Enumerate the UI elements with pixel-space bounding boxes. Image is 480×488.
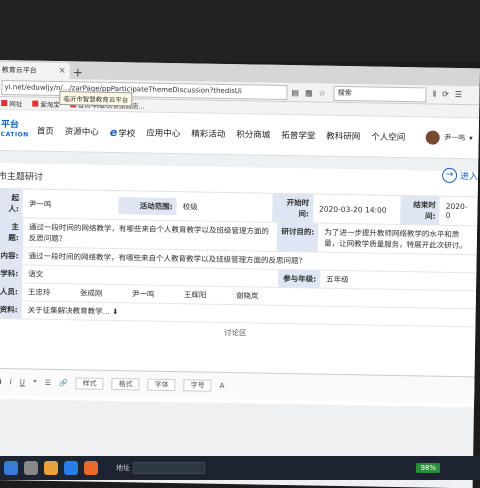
member-name: 王忠玲 <box>27 287 51 297</box>
italic-button[interactable]: I <box>10 378 12 386</box>
member-name: 张成刚 <box>79 288 103 298</box>
nav-resources[interactable]: 资源中心 <box>65 125 99 139</box>
user-name: 尹一鸣 <box>444 133 466 143</box>
editor-toolbar: B I U ❝ ☰ 🔗 样式 格式 字体 字号 A <box>0 367 475 404</box>
size-select[interactable]: 字号 <box>183 379 212 392</box>
qr-icon[interactable]: ▦ <box>305 88 313 97</box>
member-name: 尹一鸣 <box>131 289 155 299</box>
bookmark-icon <box>1 100 8 107</box>
scope-value: 校级 <box>182 201 198 211</box>
enter-button[interactable]: → 进入 <box>441 167 478 184</box>
font-color-button[interactable]: A <box>220 382 225 390</box>
folder-icon[interactable] <box>44 461 58 475</box>
bookmark-item[interactable]: 爱淘宝 <box>32 99 60 109</box>
taskbar: 地址 98% <box>0 456 480 480</box>
style-select[interactable]: 样式 <box>75 377 104 390</box>
firefox-icon[interactable] <box>84 461 98 475</box>
start-icon[interactable] <box>4 461 18 475</box>
taobao-icon <box>32 100 39 107</box>
main-nav: 首页 资源中心 e学校 应用中心 精彩活动 积分商城 拓普学堂 教科研网 个人空… <box>37 124 427 144</box>
grade-value: 五年级 <box>326 274 349 285</box>
reader-icon[interactable]: ▤ <box>291 88 299 97</box>
initiator-value: 尹一鸣 <box>28 199 52 209</box>
site-header: 平台 CATION 首页 资源中心 e学校 应用中心 精彩活动 积分商城 拓普学… <box>0 109 480 160</box>
member-name: 谢晓岚 <box>235 291 259 301</box>
purpose-value: 为了进一步提升教师网络教学的水平和质量，让网教学质量服务，特展开此次研讨。 <box>324 227 467 251</box>
nav-home[interactable]: 首页 <box>37 124 54 137</box>
theme-value: 通过一段时间的网络教学，有哪些来自个人教育教学以及班级管理方面的反思问题？ <box>28 222 269 244</box>
chevron-down-icon: ▾ <box>469 134 473 143</box>
underline-button[interactable]: U <box>20 378 25 386</box>
user-menu[interactable]: 尹一鸣 ▾ <box>426 130 479 145</box>
main-content: 市主题研讨 起人: 尹一鸣 活动范围: 校级 开始时间: 2020-03-20 … <box>0 162 479 408</box>
new-tab-icon[interactable]: + <box>70 65 86 79</box>
close-tab-icon[interactable]: × <box>58 66 66 76</box>
monitor-bezel <box>0 0 480 62</box>
nav-topu[interactable]: 拓普学堂 <box>281 128 315 142</box>
material-link[interactable]: 关于征集解决教育教学... ⬇ <box>21 301 124 320</box>
link-icon[interactable]: 🔗 <box>59 379 68 387</box>
battery-indicator: 98% <box>416 463 440 473</box>
nav-personal[interactable]: 个人空间 <box>371 130 405 144</box>
url-bar[interactable]: yi.net/eduwljy/n/.../zarPage/ppParticipa… <box>1 79 288 100</box>
taskbar-address[interactable]: 地址 <box>116 462 205 474</box>
avatar <box>426 130 441 145</box>
menu-icon[interactable]: ☰ <box>455 90 462 100</box>
browser-icon[interactable] <box>64 461 78 475</box>
bookmark-star-icon[interactable]: ☆ <box>319 88 326 97</box>
tab-title: 教育云平台 <box>1 66 37 75</box>
end-time: 2020-0 <box>445 201 468 220</box>
tab-active[interactable]: 教育云平台 × <box>0 61 70 80</box>
font-select[interactable]: 字体 <box>147 378 176 392</box>
download-icon: ⬇ <box>112 306 119 317</box>
nav-research[interactable]: 教科研网 <box>326 129 360 143</box>
site-logo[interactable]: 平台 CATION <box>0 120 37 141</box>
quote-icon[interactable]: ❝ <box>33 379 37 387</box>
nav-school[interactable]: e学校 <box>110 125 136 138</box>
search-icon[interactable] <box>24 461 38 475</box>
nav-points-mall[interactable]: 积分商城 <box>236 128 270 142</box>
browser-screen: 教育云平台 × + yi.net/eduwljy/n/.../zarPage/p… <box>0 60 480 488</box>
nav-apps[interactable]: 应用中心 <box>146 126 180 140</box>
tab-tooltip: 临沂市智慧教育云平台 <box>59 91 133 107</box>
library-icon[interactable]: ⫴ <box>433 90 437 100</box>
discussion-info: 起人: 尹一鸣 活动范围: 校级 开始时间: 2020-03-20 14:00 … <box>0 188 478 328</box>
search-input[interactable]: 搜索 <box>333 85 427 102</box>
start-time: 2020-03-20 14:00 <box>318 204 387 215</box>
format-select[interactable]: 格式 <box>111 377 140 391</box>
bookmark-item[interactable]: 网址 <box>1 98 22 108</box>
refresh-icon[interactable]: ⟳ <box>442 90 449 100</box>
member-name: 王辉阳 <box>183 290 207 300</box>
arrow-right-icon: → <box>441 167 458 183</box>
list-icon[interactable]: ☰ <box>45 379 51 387</box>
bold-button[interactable]: B <box>0 378 2 386</box>
nav-events[interactable]: 精彩活动 <box>191 127 225 141</box>
